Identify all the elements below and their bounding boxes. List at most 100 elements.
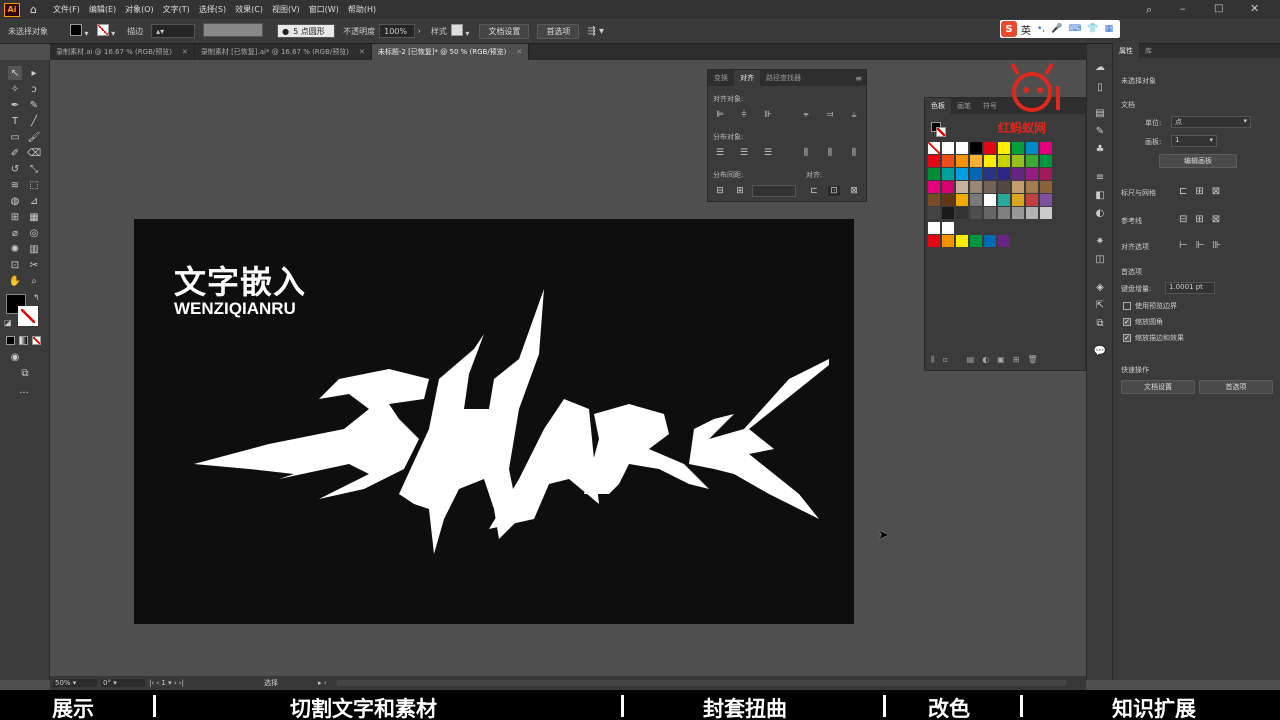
tab-brushes[interactable]: 画笔 [951, 98, 977, 114]
shirt-icon[interactable]: 👕 [1087, 24, 1098, 34]
curvature-icon[interactable]: ✎ [27, 98, 41, 112]
minimize-icon[interactable]: – [1180, 2, 1186, 15]
ime-mode[interactable]: 英 [1021, 22, 1031, 37]
warp-icon[interactable]: ≋ [8, 178, 22, 192]
swatch[interactable] [970, 142, 982, 154]
swatch[interactable] [956, 194, 968, 206]
swatch[interactable] [928, 207, 940, 219]
swatch[interactable] [1012, 142, 1024, 154]
tab-align[interactable]: 对齐 [734, 70, 760, 86]
perspective-icon[interactable]: ⊿ [27, 194, 41, 208]
arrange-icon[interactable]: ⇶ ▾ [587, 26, 604, 37]
swatch[interactable] [970, 207, 982, 219]
export-icon[interactable]: ⇱ [1093, 298, 1107, 312]
tab-transform[interactable]: 变换 [708, 70, 734, 86]
shaper-icon[interactable]: ✐ [8, 146, 22, 160]
swatch[interactable] [970, 235, 982, 247]
zoom-icon[interactable]: ⌕ [27, 274, 41, 288]
guide-icons[interactable]: ⊟⊞⊠ [1179, 214, 1228, 225]
menu-file[interactable]: 文件(F) [53, 4, 80, 15]
stroke-indicator[interactable] [936, 127, 946, 137]
sogou-icon[interactable]: S [1001, 21, 1017, 37]
align-left-icon[interactable]: ⊫ [714, 110, 726, 120]
artboards-icon[interactable]: ⧉ [1093, 316, 1107, 330]
swatch[interactable] [928, 168, 940, 180]
menu-edit[interactable]: 编辑(E) [89, 4, 116, 15]
swatch[interactable] [956, 235, 968, 247]
menu-window[interactable]: 窗口(W) [309, 4, 339, 15]
artboard-select[interactable]: 1 ▾ [1171, 135, 1217, 147]
home-icon[interactable]: ⌂ [30, 3, 37, 16]
align-to-selection-icon[interactable]: ⊠ [848, 186, 860, 196]
status-arrows[interactable]: ▸ ‹ [318, 679, 327, 687]
swatch[interactable] [984, 168, 996, 180]
artboard-tool-icon[interactable]: ⊡ [8, 258, 22, 272]
close-tab-icon[interactable]: ✕ [359, 48, 365, 56]
ruler-icons[interactable]: ⊏⊞⊠ [1179, 186, 1228, 197]
hand-icon[interactable]: ✋ [8, 274, 22, 288]
swatch[interactable] [942, 194, 954, 206]
prefs-button[interactable]: 首选项 [1199, 380, 1273, 394]
swatch[interactable] [984, 207, 996, 219]
swatch[interactable] [942, 155, 954, 167]
layers-icon[interactable]: ◈ [1093, 280, 1107, 294]
mic-icon[interactable]: 🎤 [1051, 24, 1062, 34]
swatch[interactable] [956, 142, 968, 154]
pen-tool-icon[interactable]: ✒ [8, 98, 22, 112]
swatch[interactable] [956, 168, 968, 180]
align-right-icon[interactable]: ⊪ [762, 110, 774, 120]
menu-select[interactable]: 选择(S) [199, 4, 226, 15]
align-to-artboard-icon[interactable]: ⊏ [808, 186, 820, 196]
checkbox-box[interactable]: ✓ [1123, 318, 1131, 326]
swatch[interactable] [984, 194, 996, 206]
apps-icon[interactable]: ▦ [1105, 24, 1114, 34]
swatch[interactable] [928, 155, 940, 167]
align-to-keyobject-icon[interactable]: ⊡ [828, 186, 840, 196]
swatch[interactable] [984, 181, 996, 193]
artboard[interactable]: 文字嵌入 WENZIQIANRU [134, 219, 854, 624]
properties-icon[interactable]: ▤ [1093, 106, 1107, 120]
swatch[interactable] [1026, 168, 1038, 180]
align-vcenter-icon[interactable]: ⫤ [824, 110, 836, 120]
swatch[interactable] [928, 222, 940, 234]
swatch[interactable] [998, 235, 1010, 247]
gradient-icon[interactable]: ▦ [27, 210, 41, 224]
swatch[interactable] [998, 181, 1010, 193]
swatch[interactable] [956, 207, 968, 219]
swatch[interactable] [1026, 194, 1038, 206]
dist-bottom-icon[interactable]: ☰ [762, 148, 774, 158]
shark-artwork[interactable] [189, 279, 829, 559]
swatch[interactable] [1040, 207, 1052, 219]
units-select[interactable]: 点 ▾ [1171, 116, 1251, 128]
scale-icon[interactable]: ⤡ [27, 162, 41, 176]
swatch[interactable] [1040, 168, 1052, 180]
doc-tab[interactable]: 录制素材.ai @ 16.67 % (RGB/预览) ✕ [50, 44, 195, 60]
dist-left-icon[interactable]: ⫼ [800, 148, 812, 158]
paintbrush-icon[interactable]: 🖌 [27, 130, 41, 144]
swatch[interactable] [928, 181, 940, 193]
align-top-icon[interactable]: ⫧ [800, 110, 812, 120]
swatch[interactable] [970, 155, 982, 167]
symbols-icon[interactable]: ♣ [1093, 142, 1107, 156]
type-tool-icon[interactable]: T [8, 114, 22, 128]
direct-selection-tool-icon[interactable]: ▸ [27, 66, 41, 80]
punct-icon[interactable]: •, [1037, 24, 1045, 34]
default-colors-icon[interactable]: ◪ [4, 318, 12, 327]
stroke-weight-field[interactable]: ▴▾ [151, 24, 196, 38]
selection-tool-icon[interactable]: ↖ [8, 66, 22, 80]
mesh-icon[interactable]: ⊞ [8, 210, 22, 224]
dist-hcenter-icon[interactable]: ⫼ [824, 148, 836, 158]
swatch[interactable] [1026, 181, 1038, 193]
dist-vspace-icon[interactable]: ⊟ [714, 186, 726, 196]
dist-vcenter-icon[interactable]: ☰ [738, 148, 750, 158]
search-icon[interactable]: ⌕ [1146, 3, 1152, 17]
panel-menu-icon[interactable]: ≡ [855, 74, 862, 83]
swatch[interactable] [970, 168, 982, 180]
close-tab-icon[interactable]: ✕ [182, 48, 188, 56]
swatch[interactable] [1040, 155, 1052, 167]
doc-setup-button[interactable]: 文档设置 [479, 23, 530, 39]
swatch[interactable] [1012, 181, 1024, 193]
swatch[interactable] [1026, 142, 1038, 154]
gradient-mode-icon[interactable] [19, 336, 28, 345]
swatch[interactable] [984, 142, 996, 154]
